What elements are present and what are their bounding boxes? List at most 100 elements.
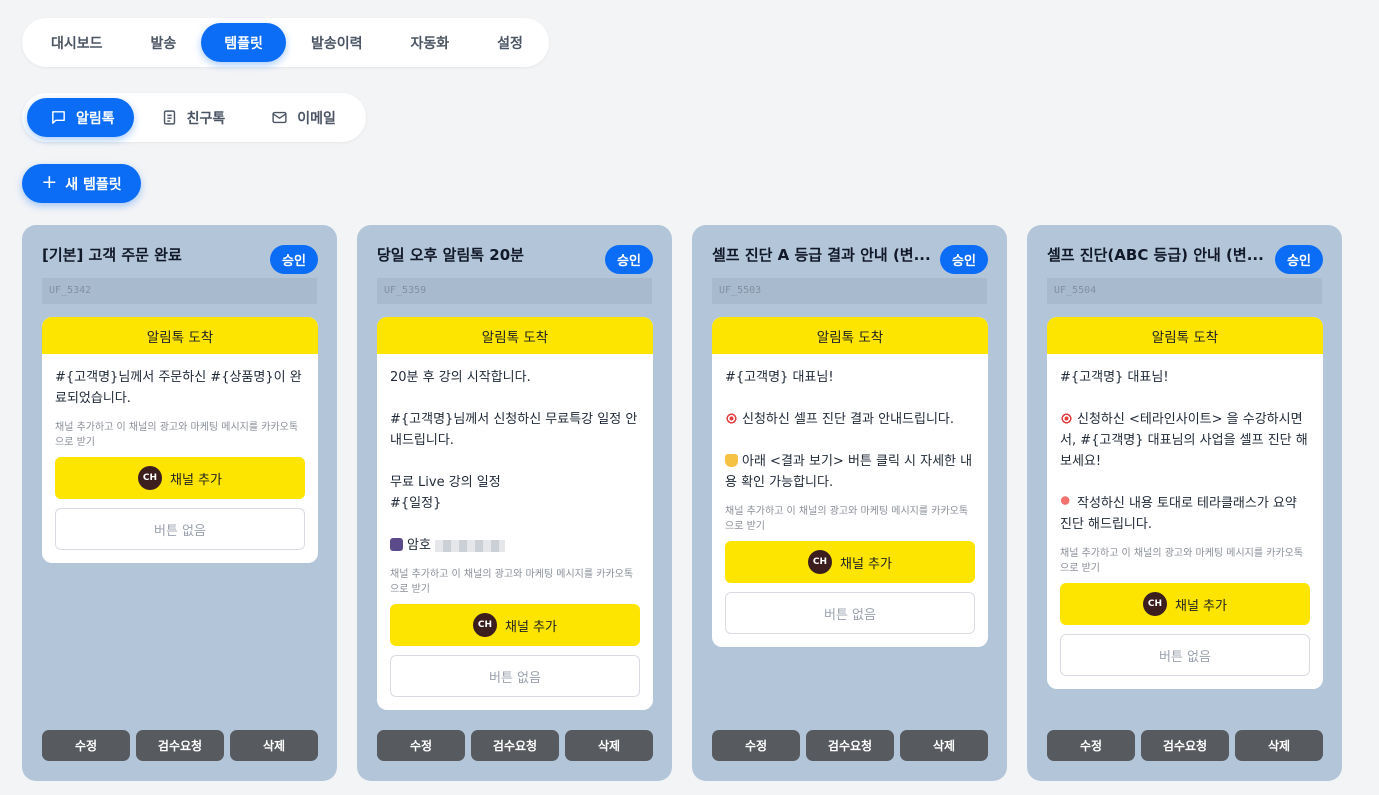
add-channel-label: 채널 추가 (505, 619, 557, 635)
request-review-button[interactable]: 검수요청 (136, 730, 224, 761)
preview-header: 알림톡 도착 (377, 317, 653, 354)
tab-email-label: 이메일 (297, 110, 336, 127)
edit-button[interactable]: 수정 (712, 730, 800, 761)
edit-button[interactable]: 수정 (42, 730, 130, 761)
template-card: [기본] 고객 주문 완료 승인 UF_5342 알림톡 도착 #{고객명}님께서 주문… (22, 225, 337, 781)
template-card: 셀프 진단 A 등급 결과 안내 (변... 승인 UF_5503 알림톡 도착 #{고… (692, 225, 1007, 781)
message-line-text: #{고객명}님께서 주문하신 #{상품명}이 완료되었습니다. (55, 370, 302, 406)
message-text: 20분 후 강의 시작합니다. #{고객명}님께서 신청하신 무료특강 일정 안내… (390, 367, 640, 556)
template-code: UF_5504 (1047, 278, 1322, 304)
add-channel-button[interactable]: CH 채널 추가 (725, 541, 975, 583)
nav-dashboard[interactable]: 대시보드 (28, 23, 126, 62)
new-template-button[interactable]: + 새 템플릿 (22, 164, 141, 203)
nav-automation[interactable]: 자동화 (387, 23, 472, 62)
template-title: 당일 오후 알림톡 20분 (377, 246, 524, 264)
template-code: UF_5359 (377, 278, 652, 304)
message-line: #{고객명}님께서 주문하신 #{상품명}이 완료되었습니다. (55, 367, 305, 409)
channel-notice: 채널 추가하고 이 채널의 광고와 마케팅 메시지를 카카오톡으로 받기 (725, 506, 969, 532)
message-line: #{고객명}님께서 신청하신 무료특강 일정 안내드립니다. (390, 409, 640, 451)
message-line-text: 아래 <결과 보기> 버튼 클릭 시 자세한 내용 확인 가능합니다. (725, 454, 973, 490)
template-code: UF_5503 (712, 278, 987, 304)
add-channel-button[interactable]: CH 채널 추가 (1060, 583, 1310, 625)
add-channel-label: 채널 추가 (840, 556, 892, 572)
edit-button[interactable]: 수정 (1047, 730, 1135, 761)
edit-button[interactable]: 수정 (377, 730, 465, 761)
tab-alimtalk[interactable]: 알림톡 (27, 98, 134, 137)
channel-icon: CH (473, 613, 497, 637)
message-line-text: #{고객명} 대표님! (725, 370, 834, 385)
preview-body: #{고객명} 대표님! 신청하신 <테라인사이트> 을 수강하시면서, #{고객명… (1047, 354, 1323, 689)
document-icon (163, 110, 175, 125)
tab-friendtalk[interactable]: 친구톡 (138, 98, 245, 137)
nav-settings[interactable]: 설정 (474, 23, 546, 62)
main-nav: 대시보드 발송 템플릿 발송이력 자동화 설정 (22, 18, 549, 67)
delete-button[interactable]: 삭제 (900, 730, 988, 761)
template-card: 셀프 진단(ABC 등급) 안내 (변... 승인 UF_5504 알림톡 도착 #{고… (1027, 225, 1342, 781)
channel-notice: 채널 추가하고 이 채널의 광고와 마케팅 메시지를 카카오톡으로 받기 (1060, 548, 1304, 574)
message-line: 아래 <결과 보기> 버튼 클릭 시 자세한 내용 확인 가능합니다. (725, 451, 975, 493)
message-preview: 알림톡 도착 #{고객명} 대표님! 신청하신 셀프 진단 결과 안내드립니다. 아래… (712, 317, 988, 647)
add-channel-button[interactable]: CH 채널 추가 (390, 604, 640, 646)
nav-send-history[interactable]: 발송이력 (288, 23, 386, 62)
message-line: #{일정} (390, 493, 640, 514)
channel-icon: CH (138, 466, 162, 490)
message-line: 신청하신 셀프 진단 결과 안내드립니다. (725, 409, 975, 430)
channel-notice: 채널 추가하고 이 채널의 광고와 마케팅 메시지를 카카오톡으로 받기 (390, 569, 634, 595)
nav-send[interactable]: 발송 (128, 23, 200, 62)
preview-body: 20분 후 강의 시작합니다. #{고객명}님께서 신청하신 무료특강 일정 안내… (377, 354, 653, 710)
tab-friendtalk-label: 친구톡 (186, 110, 226, 127)
message-line-text: #{고객명} 대표님! (1060, 370, 1169, 385)
message-line-text: #{고객명}님께서 신청하신 무료특강 일정 안내드립니다. (390, 412, 638, 448)
card-actions: 수정 검수요청 삭제 (712, 730, 988, 761)
channel-icon: CH (1143, 592, 1167, 616)
add-channel-label: 채널 추가 (1175, 598, 1227, 614)
template-type-tabs: 알림톡 친구톡 이메일 (22, 93, 366, 142)
request-review-button[interactable]: 검수요청 (1141, 730, 1229, 761)
template-card: 당일 오후 알림톡 20분 승인 UF_5359 알림톡 도착 20분 후 강의 시작합… (357, 225, 672, 781)
request-review-button[interactable]: 검수요청 (471, 730, 559, 761)
delete-button[interactable]: 삭제 (230, 730, 318, 761)
message-line: #{고객명} 대표님! (725, 367, 975, 388)
delete-button[interactable]: 삭제 (1235, 730, 1323, 761)
hand-icon (725, 454, 738, 467)
tab-alimtalk-label: 알림톡 (76, 110, 115, 127)
card-actions: 수정 검수요청 삭제 (42, 730, 318, 761)
message-line-text: 신청하신 셀프 진단 결과 안내드립니다. (742, 412, 955, 427)
preview-body: #{고객명}님께서 주문하신 #{상품명}이 완료되었습니다. 채널 추가하고 이… (42, 354, 318, 563)
masked-value (434, 539, 505, 552)
channel-notice: 채널 추가하고 이 채널의 광고와 마케팅 메시지를 카카오톡으로 받기 (55, 422, 299, 448)
message-preview: 알림톡 도착 #{고객명} 대표님! 신청하신 <테라인사이트> 을 수강하시면서,… (1047, 317, 1323, 689)
message-preview: 알림톡 도착 #{고객명}님께서 주문하신 #{상품명}이 완료되었습니다. 채널 … (42, 317, 318, 563)
delete-button[interactable]: 삭제 (565, 730, 653, 761)
message-text: #{고객명} 대표님! 신청하신 <테라인사이트> 을 수강하시면서, #{고객명… (1060, 367, 1310, 535)
new-template-label: 새 템플릿 (65, 176, 122, 193)
add-channel-button[interactable]: CH 채널 추가 (55, 457, 305, 499)
no-button-placeholder: 버튼 없음 (55, 508, 305, 550)
target-icon (1060, 412, 1073, 425)
message-line: 작성하신 내용 토대로 테라클래스가 요약 진단 해드립니다. (1060, 493, 1310, 535)
message-text: #{고객명}님께서 주문하신 #{상품명}이 완료되었습니다. (55, 367, 305, 409)
preview-header: 알림톡 도착 (1047, 317, 1323, 354)
message-line-text: #{일정} (390, 496, 442, 511)
message-text: #{고객명} 대표님! 신청하신 셀프 진단 결과 안내드립니다. 아래 <결과 보… (725, 367, 975, 493)
add-channel-label: 채널 추가 (170, 472, 222, 488)
pin-icon (1060, 496, 1073, 509)
target-icon (725, 412, 738, 425)
preview-header: 알림톡 도착 (42, 317, 318, 354)
tab-email[interactable]: 이메일 (248, 98, 355, 137)
message-line: 20분 후 강의 시작합니다. (390, 367, 640, 388)
status-badge: 승인 (940, 245, 988, 274)
nav-templates[interactable]: 템플릿 (201, 23, 286, 62)
message-line: 신청하신 <테라인사이트> 을 수강하시면서, #{고객명} 대표님의 사업을 … (1060, 409, 1310, 472)
message-line-text: 암호 (407, 538, 431, 553)
request-review-button[interactable]: 검수요청 (806, 730, 894, 761)
message-preview: 알림톡 도착 20분 후 강의 시작합니다. #{고객명}님께서 신청하신 무료특강… (377, 317, 653, 710)
preview-body: #{고객명} 대표님! 신청하신 셀프 진단 결과 안내드립니다. 아래 <결과 보… (712, 354, 988, 647)
template-title: 셀프 진단 A 등급 결과 안내 (변... (712, 246, 931, 264)
message-line: #{고객명} 대표님! (1060, 367, 1310, 388)
